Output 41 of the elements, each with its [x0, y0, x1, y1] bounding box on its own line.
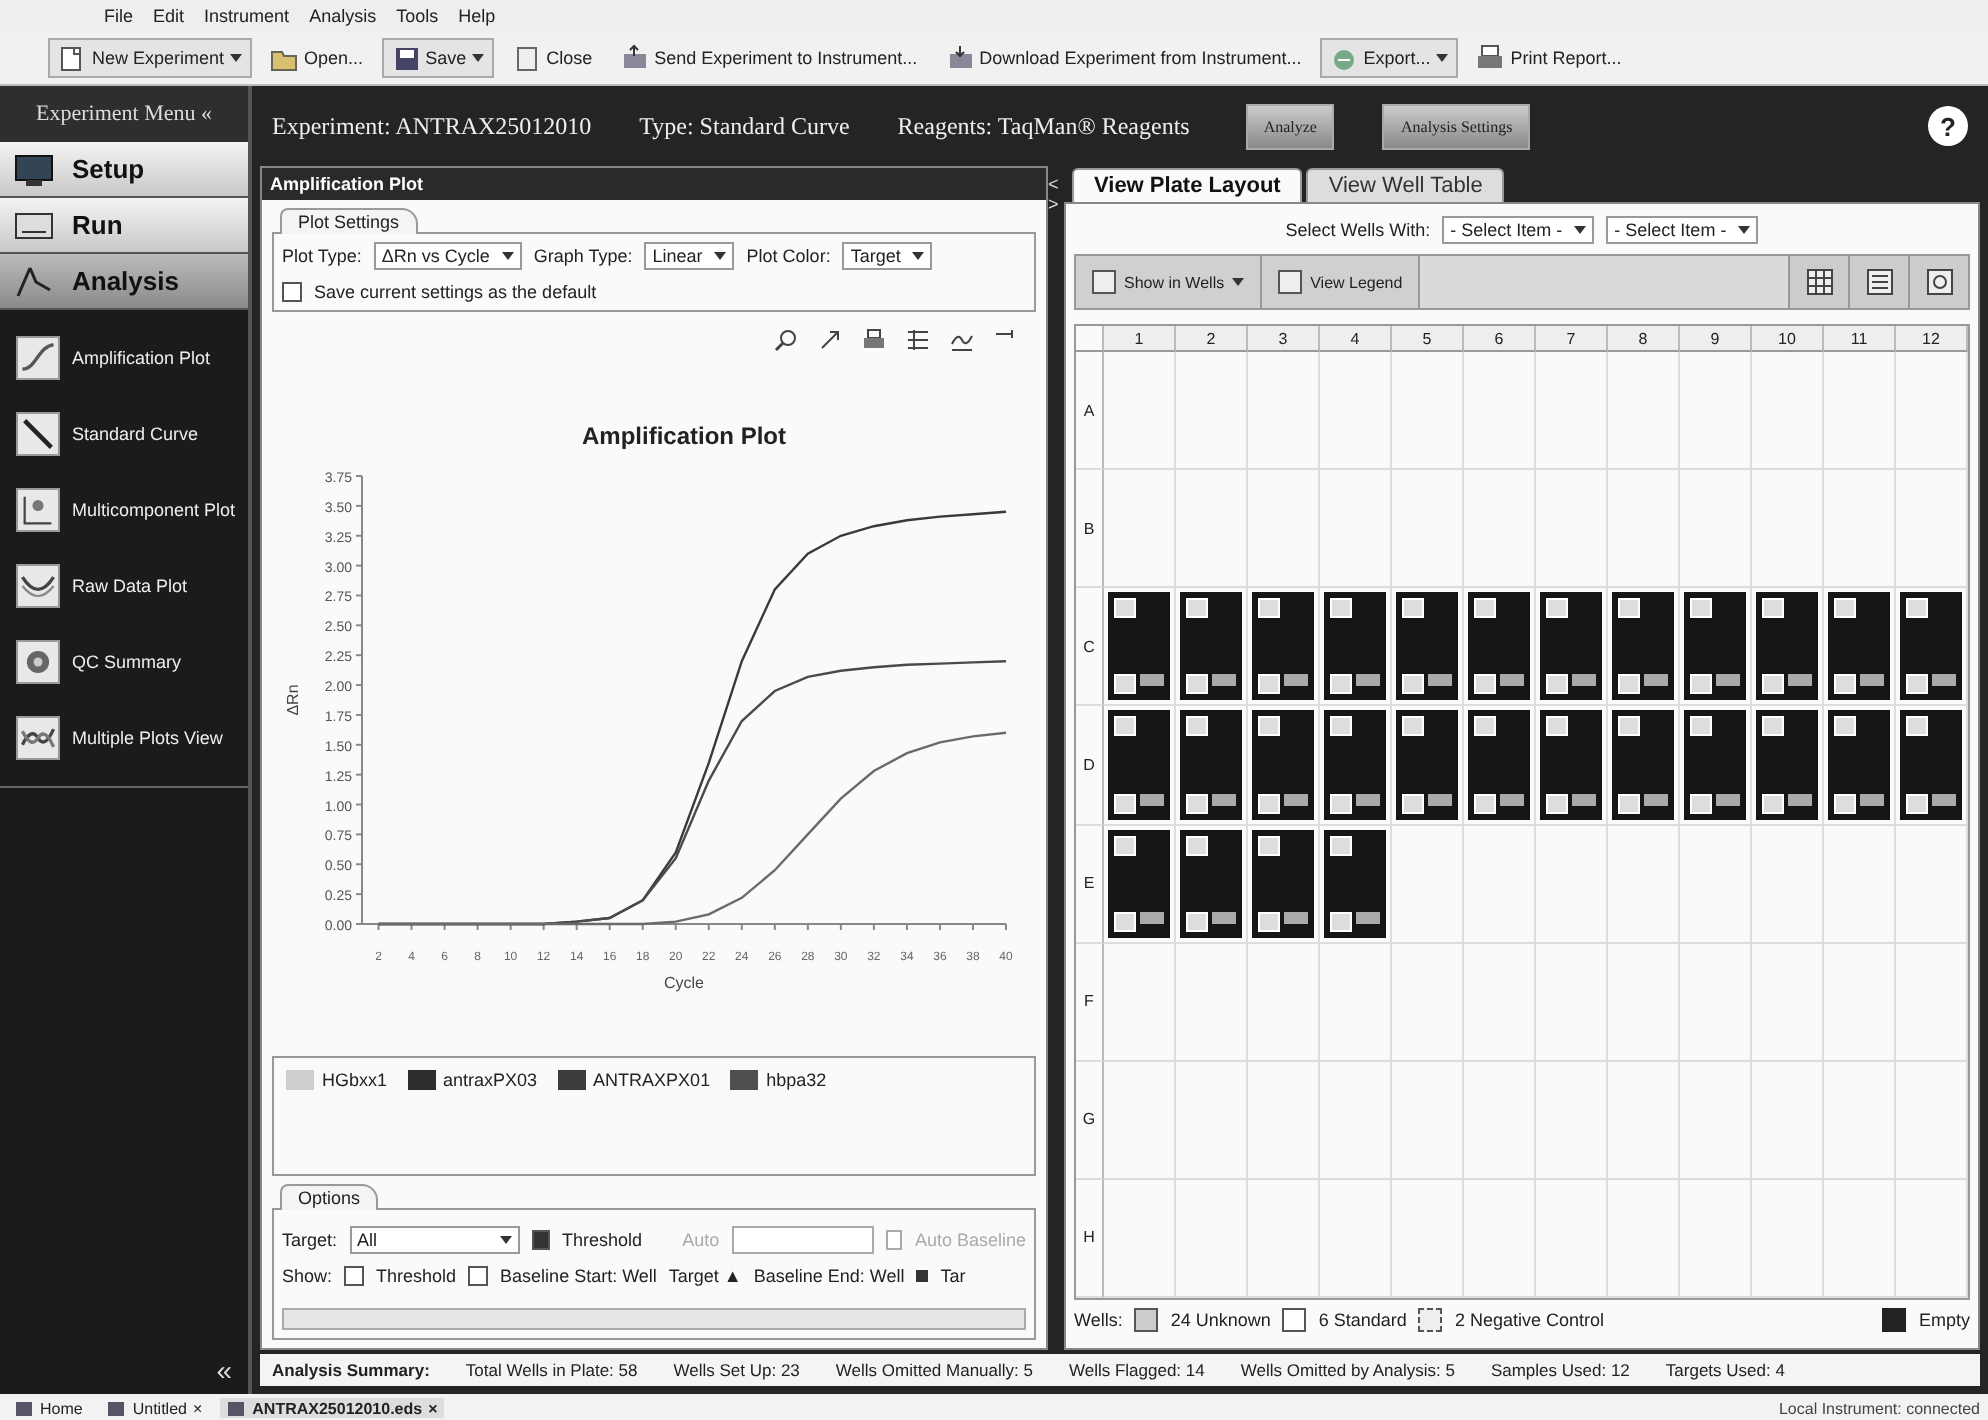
field-label: Target:: [282, 1230, 338, 1250]
summary-item: Wells Set Up: 23: [673, 1360, 800, 1380]
summary-item: Analysis Summary:: [272, 1360, 430, 1380]
field-label: Plot Type:: [282, 246, 362, 266]
legend-label: hbpa32: [766, 1070, 827, 1090]
field-label: Graph Type:: [533, 246, 633, 266]
field-label: Plot Color:: [746, 246, 831, 266]
field-label: Show:: [282, 1266, 333, 1286]
summary-item: Wells Omitted Manually: 5: [835, 1360, 1033, 1380]
experiment-name: Experiment: ANTRAX25012010: [272, 111, 592, 141]
status-text: Local Instrument: connected: [1778, 1399, 1980, 1417]
summary-item: Total Wells in Plate: 58: [465, 1360, 638, 1380]
summary-item: Samples Used: 12: [1490, 1360, 1630, 1380]
show-label: Tar: [940, 1266, 966, 1286]
sidebar-title: Experiment Menu «: [0, 86, 248, 142]
summary-item: Wells Flagged: 14: [1068, 1360, 1205, 1380]
checkbox-label: Auto Baseline: [914, 1230, 1027, 1250]
legend-label: 2 Negative Control: [1454, 1310, 1604, 1330]
show-label: Target ▲: [668, 1266, 742, 1286]
panel-title: Amplification Plot: [262, 168, 1046, 200]
legend-title: Wells:: [1074, 1310, 1123, 1330]
field-label: Auto: [682, 1230, 720, 1250]
reagents-label: Reagents: TaqMan® Reagents: [897, 111, 1190, 141]
y-axis-label: ΔRn: [284, 684, 302, 716]
experiment-type: Type: Standard Curve: [639, 111, 850, 141]
field-label: Select Wells With:: [1285, 220, 1431, 240]
legend-label: ANTRAXPX01: [593, 1070, 711, 1090]
show-label: Baseline End: Well: [753, 1266, 905, 1286]
checkbox-label: Threshold: [376, 1266, 457, 1286]
legend-label: Empty: [1918, 1310, 1970, 1330]
summary-item: Wells Omitted by Analysis: 5: [1240, 1360, 1455, 1380]
legend-label: 24 Unknown: [1170, 1310, 1271, 1330]
chart-title: Amplification Plot: [582, 422, 786, 450]
legend-label: antraxPX03: [443, 1070, 538, 1090]
x-axis-label: Cycle: [664, 974, 704, 992]
checkbox-label: Save current settings as the default: [314, 282, 597, 302]
checkbox-label: Baseline Start: Well: [500, 1266, 657, 1286]
checkbox-label: Threshold: [562, 1230, 643, 1250]
legend-label: HGbxx1: [322, 1070, 388, 1090]
summary-item: Targets Used: 4: [1665, 1360, 1785, 1380]
legend-label: 6 Standard: [1318, 1310, 1407, 1330]
